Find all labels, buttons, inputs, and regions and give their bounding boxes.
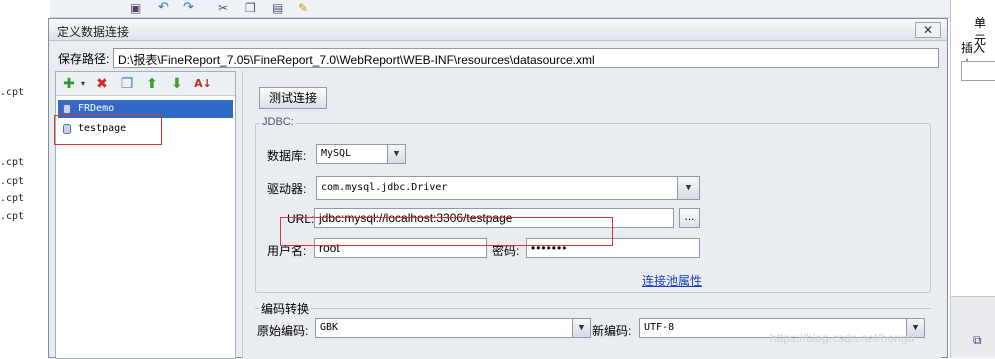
connection-settings-pane: 测试连接 JDBC: 数据库: MySQL ▼ 驱动器: com.mysql.j… xyxy=(242,71,941,359)
delete-icon[interactable]: ✖ xyxy=(93,75,111,93)
copy-icon[interactable]: ❐ xyxy=(245,1,256,15)
undo-icon[interactable]: ↶ xyxy=(158,0,169,15)
save-icon[interactable]: ▣ xyxy=(130,1,141,15)
connection-toolbar: ✚ ▾ ✖ ❐ ⬆ ⬇ A↓ xyxy=(56,72,235,96)
highlight-box-testpage xyxy=(54,115,162,145)
save-path-label: 保存路径: xyxy=(58,52,110,66)
original-encoding-select[interactable]: GBK ▼ xyxy=(315,318,591,338)
jdbc-group: JDBC: 数据库: MySQL ▼ 驱动器: com.mysql.jdbc.D… xyxy=(255,116,931,293)
file-entry[interactable]: .cpt xyxy=(0,87,24,98)
dialog-title: 定义数据连接 xyxy=(57,25,130,39)
file-entry[interactable]: .cpt xyxy=(0,176,24,187)
new-encoding-label: 新编码: xyxy=(592,324,632,338)
driver-label: 驱动器: xyxy=(267,182,307,196)
file-entry[interactable]: .cpt xyxy=(0,211,24,222)
cut-icon[interactable]: ✂ xyxy=(218,1,228,15)
dropdown-arrow-icon[interactable]: ▾ xyxy=(74,75,92,93)
save-path-field[interactable]: D:\报表\FineReport_7.05\FineReport_7.0\Web… xyxy=(113,48,939,68)
panel-input[interactable] xyxy=(961,61,995,81)
database-select[interactable]: MySQL ▼ xyxy=(316,144,406,164)
chevron-down-icon[interactable]: ▼ xyxy=(677,177,699,199)
close-button[interactable]: ✕ xyxy=(915,22,941,38)
database-icon xyxy=(63,104,71,114)
panel-footer: ⧉ xyxy=(951,296,995,358)
arrow-up-icon[interactable]: ⬆ xyxy=(143,75,161,93)
panel-footer-icon[interactable]: ⧉ xyxy=(973,333,982,348)
jdbc-legend: JDBC: xyxy=(260,116,296,128)
browse-button[interactable]: ... xyxy=(679,208,700,228)
redo-icon[interactable]: ↷ xyxy=(183,0,194,15)
driver-select[interactable]: com.mysql.jdbc.Driver ▼ xyxy=(316,176,700,200)
encoding-legend: 编码转换 xyxy=(259,300,312,317)
file-entry[interactable]: .cpt xyxy=(0,157,24,168)
define-connection-dialog: 定义数据连接 ✕ 保存路径: D:\报表\FineReport_7.05\Fin… xyxy=(48,18,948,359)
driver-value: com.mysql.jdbc.Driver xyxy=(321,182,448,193)
original-encoding-label: 原始编码: xyxy=(257,324,309,338)
copy-icon[interactable]: ❐ xyxy=(118,75,136,93)
database-label: 数据库: xyxy=(267,149,307,163)
background-file-list: .cpt .cpt .cpt .cpt .cpt xyxy=(0,0,50,358)
sort-icon[interactable]: A↓ xyxy=(194,75,212,93)
connection-pool-link[interactable]: 连接池属性 xyxy=(642,272,702,289)
arrow-down-icon[interactable]: ⬇ xyxy=(168,75,186,93)
background-toolbar: ▣ ↶ ↷ ✂ ❐ ▤ ✎ xyxy=(50,0,950,18)
background-right-panel: 单元 插入内 ⧉ xyxy=(950,0,995,358)
encoding-divider xyxy=(255,308,931,309)
format-brush-icon[interactable]: ✎ xyxy=(298,1,308,15)
original-encoding-value: GBK xyxy=(320,322,339,333)
watermark: https://blog.csdn.net/hongd xyxy=(770,331,915,345)
test-connection-button[interactable]: 测试连接 xyxy=(259,87,327,109)
chevron-down-icon[interactable]: ▼ xyxy=(572,319,590,337)
chevron-down-icon[interactable]: ▼ xyxy=(387,145,405,163)
dialog-titlebar[interactable]: 定义数据连接 ✕ xyxy=(49,19,947,41)
new-encoding-value: UTF-8 xyxy=(644,322,675,333)
database-value: MySQL xyxy=(321,148,352,159)
file-entry[interactable]: .cpt xyxy=(0,193,24,204)
paste-icon[interactable]: ▤ xyxy=(272,1,283,15)
connection-name: FRDemo xyxy=(78,103,115,114)
highlight-box-url xyxy=(280,217,613,246)
